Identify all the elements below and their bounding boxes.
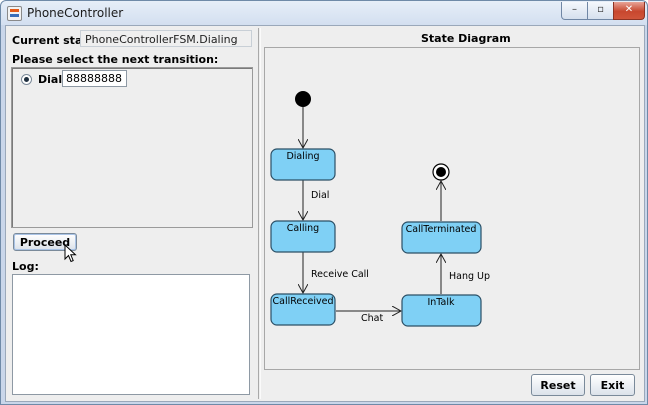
main-content: Current state: PhoneControllerFSM.Dialin…	[5, 25, 645, 402]
final-state-node	[436, 167, 446, 177]
dial-radio[interactable]	[21, 74, 32, 85]
transition-receive-call-label: Receive Call	[311, 269, 369, 280]
minimize-button[interactable]: –	[561, 2, 588, 20]
transition-chat-label: Chat	[361, 313, 383, 324]
transition-dial-label: Dial	[311, 190, 329, 201]
select-transition-label: Please select the next transition:	[12, 53, 219, 66]
log-textarea[interactable]	[12, 274, 250, 395]
transitions-panel: Dial	[11, 67, 253, 228]
transition-hang-up-label: Hang Up	[449, 271, 490, 282]
title-bar: PhoneController – ▫ ✕	[1, 1, 647, 25]
window-title: PhoneController	[27, 6, 124, 20]
state-in-talk-label: InTalk	[427, 297, 455, 308]
initial-state-node	[295, 91, 311, 107]
state-call-terminated: CallTerminated	[401, 221, 482, 254]
state-calling: Calling	[270, 220, 336, 253]
maximize-button[interactable]: ▫	[587, 2, 614, 20]
mouse-cursor-icon	[64, 244, 77, 263]
reset-button[interactable]: Reset	[531, 374, 585, 396]
split-divider[interactable]	[258, 28, 261, 399]
state-diagram: Dial Receive Call Chat Hang Up Dialing C…	[264, 47, 640, 370]
close-button[interactable]: ✕	[613, 2, 645, 20]
state-call-terminated-label: CallTerminated	[406, 224, 477, 235]
exit-button[interactable]: Exit	[590, 374, 635, 396]
state-dialing-label: Dialing	[286, 151, 319, 162]
state-call-received: CallReceived	[270, 293, 336, 326]
state-call-received-label: CallReceived	[273, 296, 334, 307]
java-app-icon	[7, 6, 22, 21]
state-calling-label: Calling	[287, 223, 319, 234]
app-window: PhoneController – ▫ ✕ Current state: Pho…	[0, 0, 648, 405]
dial-number-input[interactable]	[62, 70, 127, 87]
state-in-talk: InTalk	[401, 294, 482, 327]
diagram-title: State Diagram	[421, 32, 511, 45]
log-label: Log:	[12, 260, 39, 273]
current-state-value: PhoneControllerFSM.Dialing	[80, 30, 252, 47]
dial-transition-label: Dial	[38, 73, 63, 86]
state-dialing: Dialing	[270, 148, 336, 181]
